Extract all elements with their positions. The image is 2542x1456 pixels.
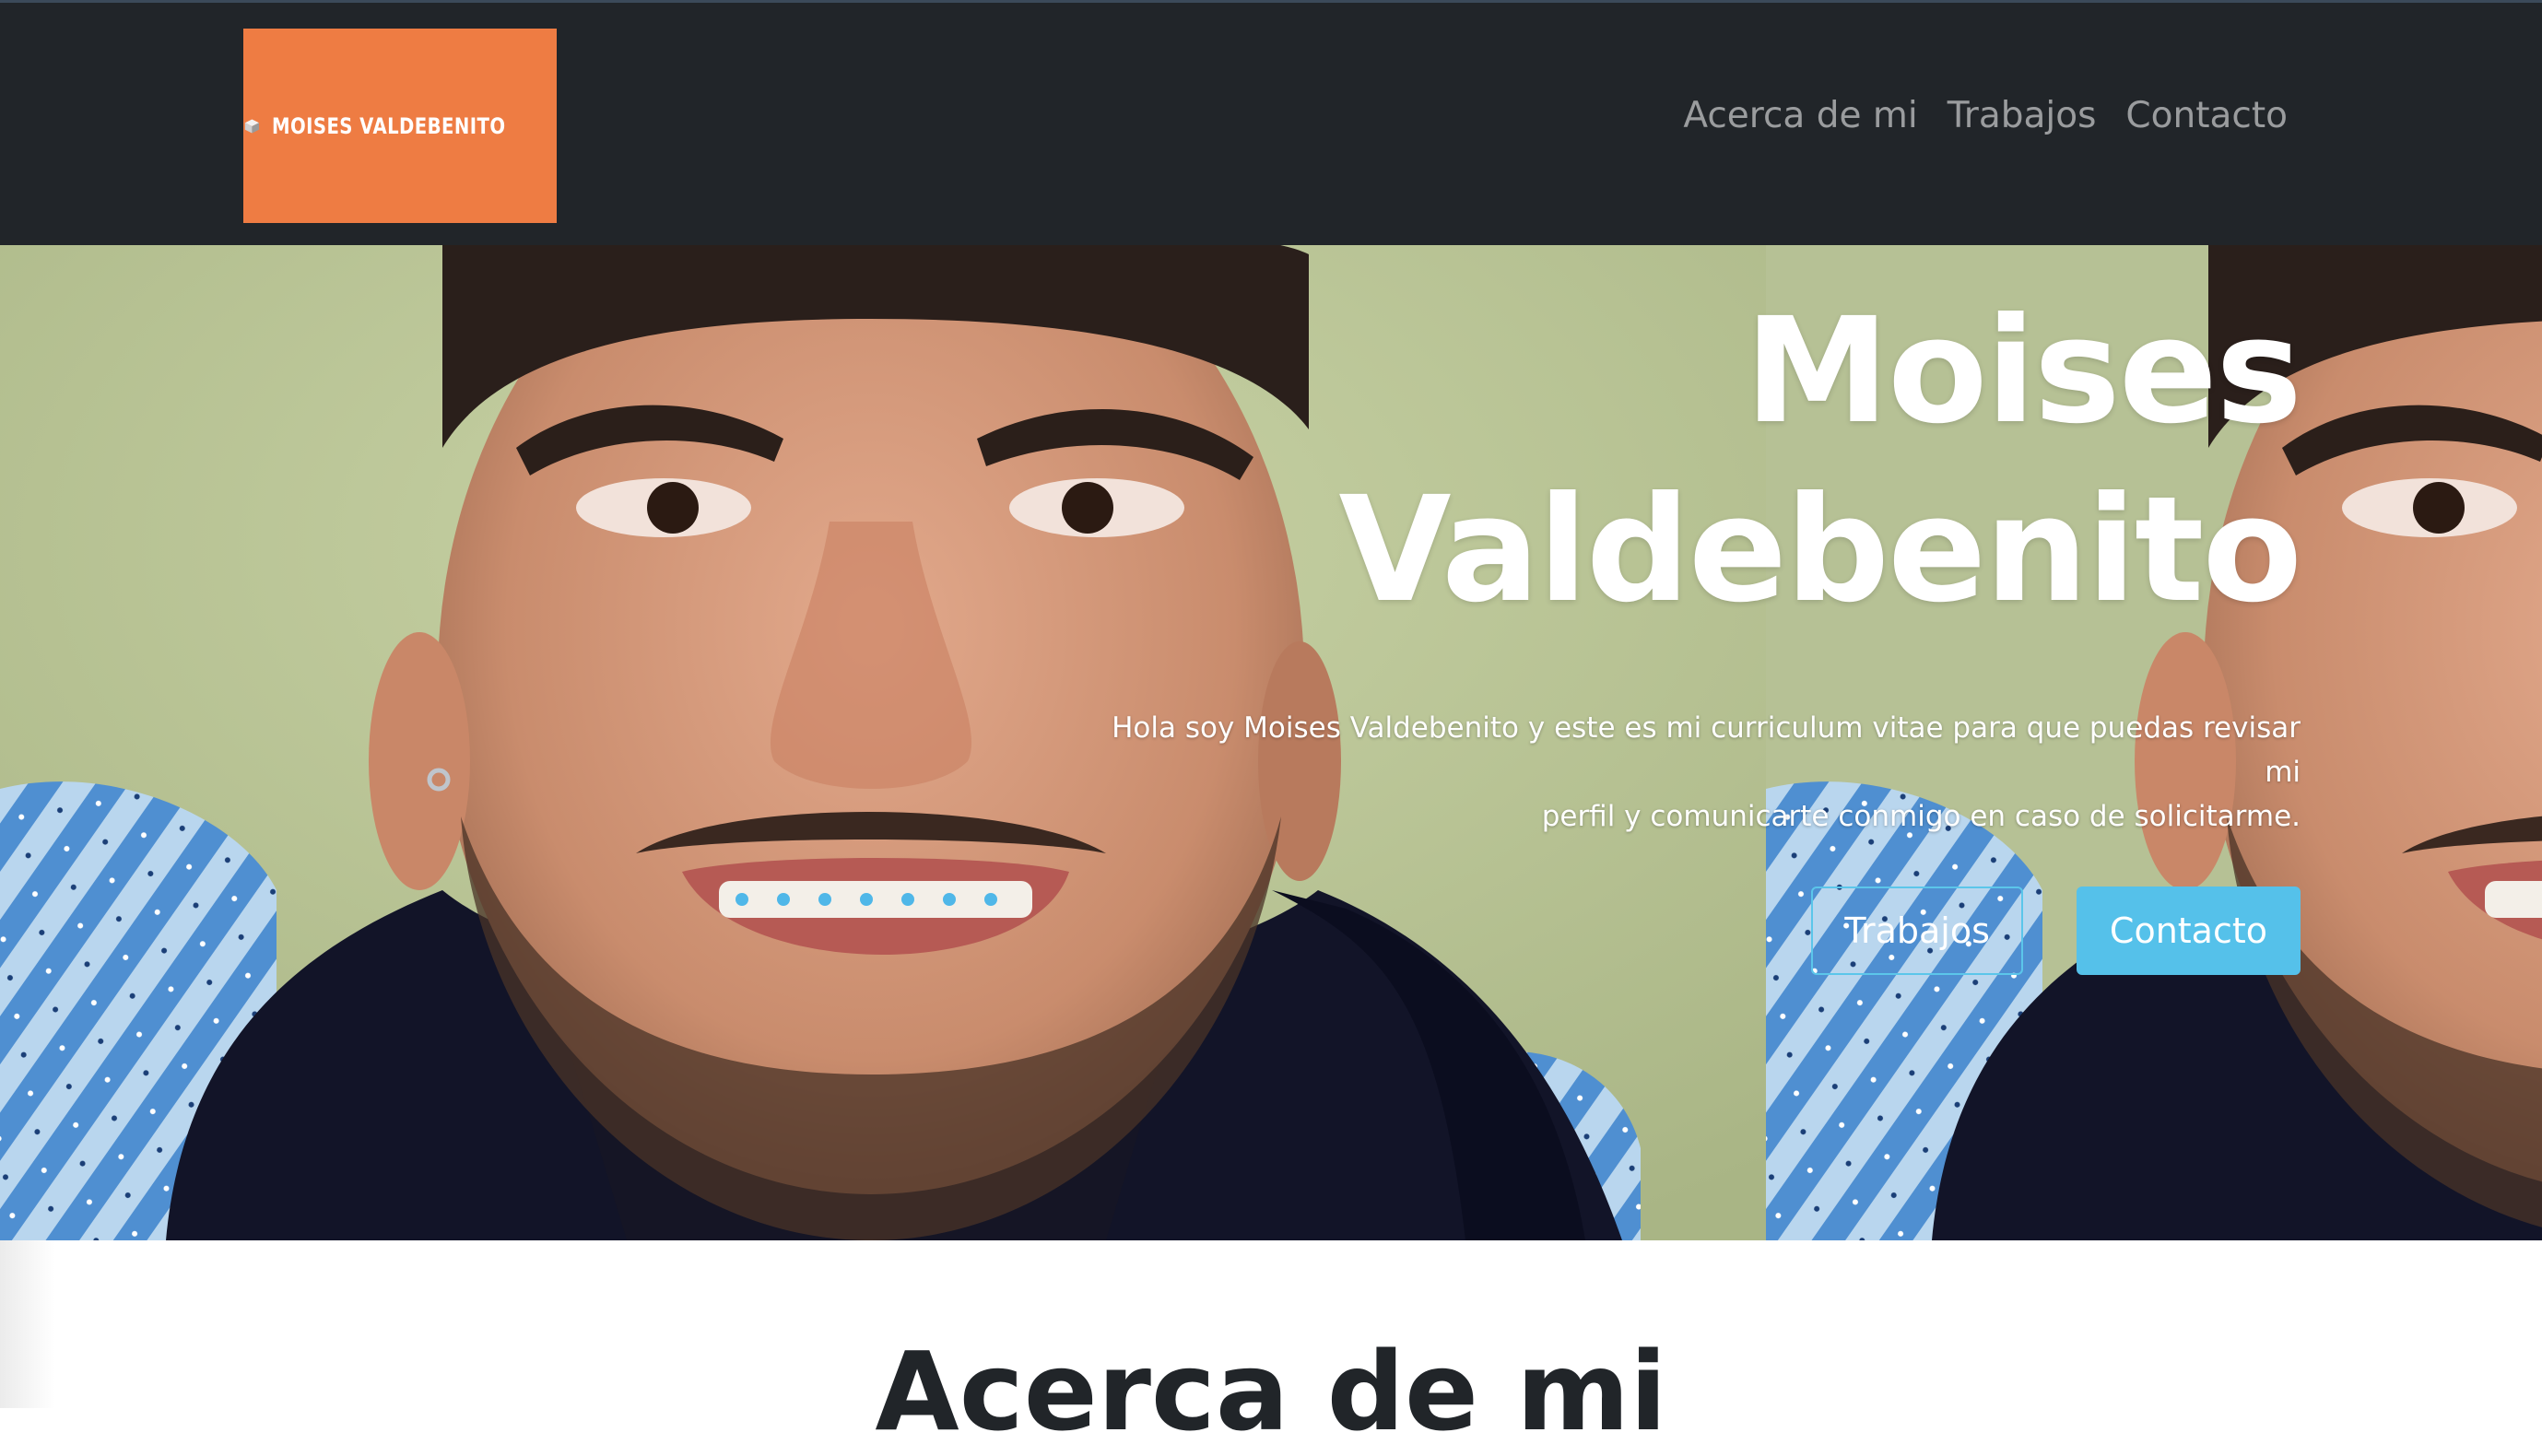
hero-intro-text: Hola soy Moises Valdebenito y este es mi… [1102,706,2301,839]
hero-intro-line1: Hola soy Moises Valdebenito y este es mi… [1112,711,2301,789]
navbar: MOISES VALDEBENITO Acerca de mi Trabajos… [0,0,2542,245]
nav-link-trabajos[interactable]: Trabajos [1948,95,2097,136]
brand-logo[interactable]: MOISES VALDEBENITO [243,29,557,223]
hero-buttons: Trabajos Contacto [1811,887,2301,975]
nav-menu: Acerca de mi Trabajos Contacto [1683,95,2288,136]
cube-icon [244,118,259,134]
about-heading: Acerca de mi [875,1328,1667,1455]
hero-title: Moises Valdebenito [918,282,2302,640]
nav-link-acerca[interactable]: Acerca de mi [1683,95,1917,136]
brand-logo-text: MOISES VALDEBENITO [271,112,506,139]
contact-button[interactable]: Contacto [2076,887,2301,975]
hero-title-line1: Moises [1744,287,2302,456]
hero-title-line2: Valdebenito [1338,465,2302,635]
works-button[interactable]: Trabajos [1811,887,2023,975]
hero-intro-line2: perfil y comunicarte conmigo en caso de … [1541,800,2301,833]
hero-section: Moises Valdebenito Hola soy Moises Valde… [0,245,2542,1240]
nav-link-contacto[interactable]: Contacto [2125,95,2288,136]
